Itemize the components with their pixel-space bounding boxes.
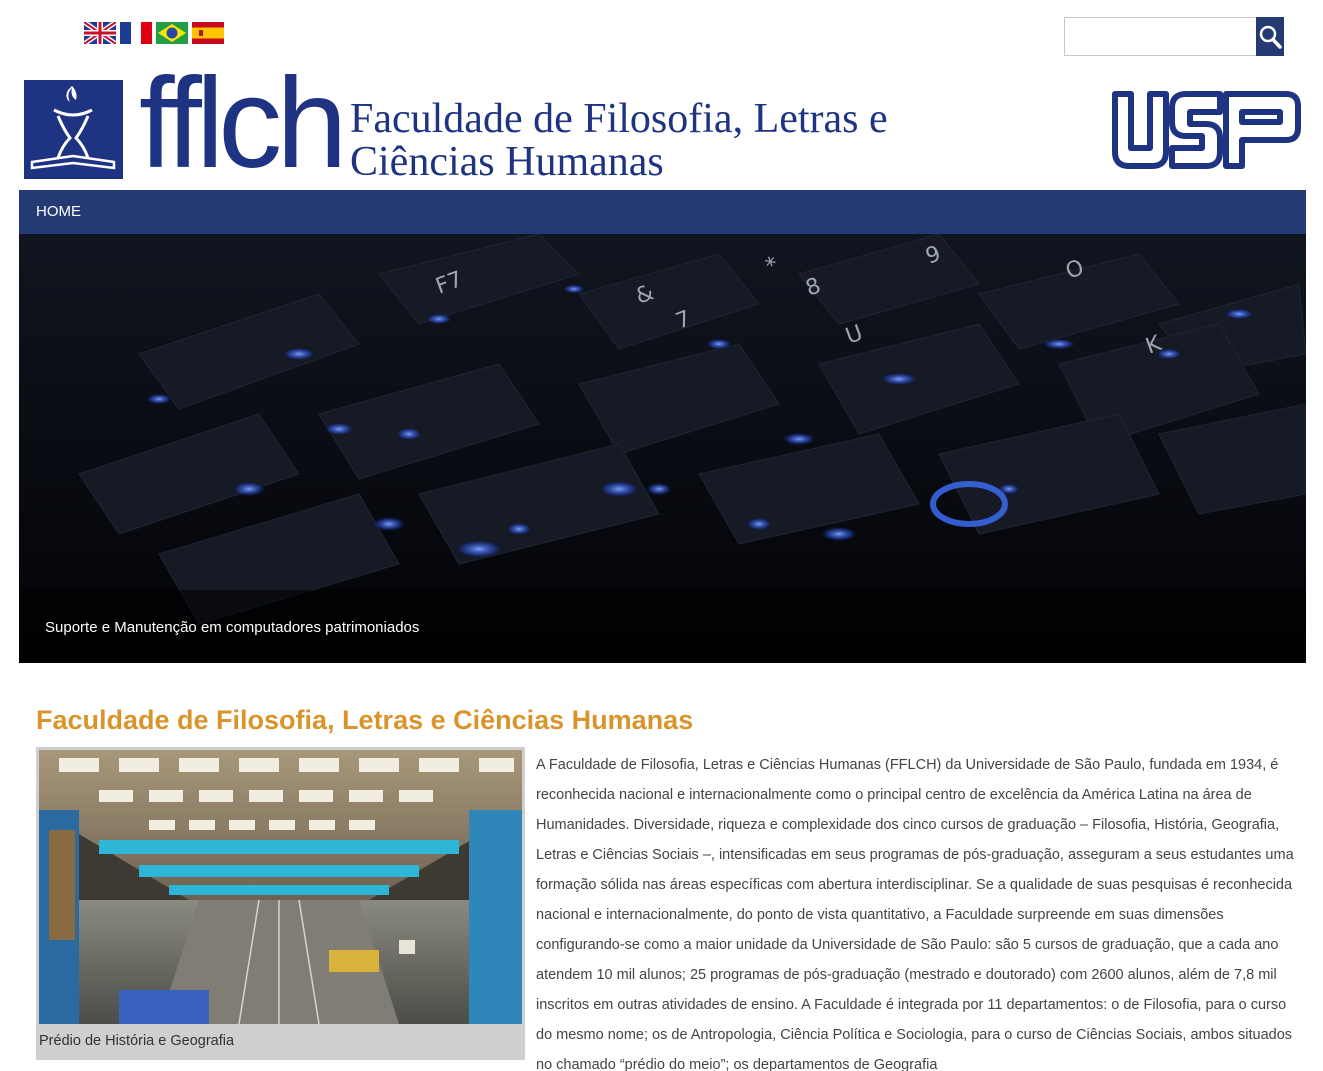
english-flag-icon[interactable] [84,22,116,44]
figure-caption: Prédio de História e Geografia [39,1033,235,1049]
search-button[interactable] [1256,17,1284,56]
intro-paragraph: A Faculdade de Filosofia, Letras e Ciênc… [536,757,1294,1071]
building-interior-image [39,750,522,1024]
french-flag-icon[interactable] [120,22,152,44]
hero-caption[interactable]: Suporte e Manutenção em computadores pat… [45,619,419,636]
nav-item-home[interactable]: HOME [36,203,81,220]
section-title: Faculdade de Filosofia, Letras e Ciência… [36,705,694,735]
main-navbar: HOME [19,190,1306,234]
site-title[interactable]: Faculdade de Filosofia, Letras e Ciência… [350,98,990,184]
fflch-emblem[interactable] [24,80,123,179]
search-input[interactable] [1064,17,1256,56]
search-icon [1259,25,1282,49]
language-selector [84,22,224,44]
search-form [1064,17,1284,56]
torch-book-icon [30,86,116,170]
hero-banner[interactable]: & 7 * 8 9 U K O F7 Suporte e Manutenção … [19,234,1306,663]
building-figure: Prédio de História e Geografia [36,747,525,1060]
usp-logo[interactable] [1110,90,1302,170]
fflch-logotype[interactable]: fflch [139,60,347,188]
spanish-flag-icon[interactable] [192,22,224,44]
building-photo[interactable] [39,750,522,1024]
brazil-flag-icon[interactable] [156,22,188,44]
